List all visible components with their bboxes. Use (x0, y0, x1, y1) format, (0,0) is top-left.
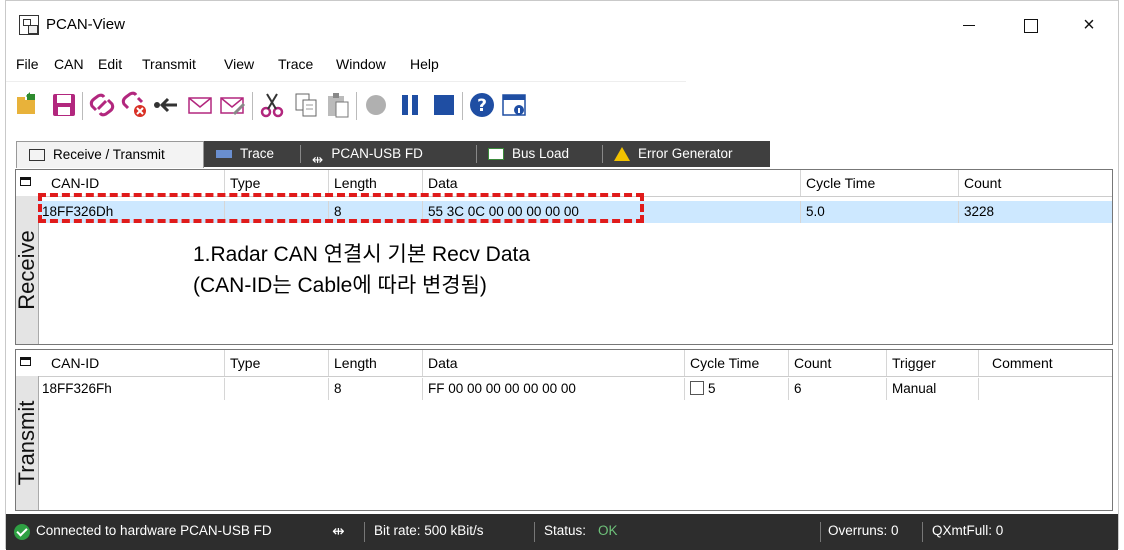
cell-length: 8 (334, 381, 342, 396)
col-count[interactable]: Count (794, 355, 831, 371)
col-type[interactable]: Type (230, 355, 260, 371)
cut-icon[interactable] (258, 90, 286, 120)
paste-icon[interactable] (324, 90, 352, 120)
menu-help[interactable]: Help (410, 56, 439, 72)
col-data[interactable]: Data (428, 355, 458, 371)
annotation-line-1: 1.Radar CAN 연결시 기본 Recv Data (193, 243, 531, 266)
menu-view[interactable]: View (224, 56, 254, 72)
cell-can-id: 18FF326Fh (42, 381, 112, 396)
annotation-text: 1.Radar CAN 연결시 기본 Recv Data (CAN-ID는 Ca… (193, 239, 530, 301)
info-icon[interactable] (500, 90, 528, 120)
help-icon[interactable]: ? (468, 90, 496, 120)
usb-icon: ⇹ (312, 152, 324, 168)
pause-icon[interactable] (396, 90, 424, 120)
status-label: Status: (544, 523, 587, 538)
status-connection: Connected to hardware PCAN-USB FD (36, 523, 272, 538)
col-count[interactable]: Count (964, 175, 1001, 191)
tab-trace[interactable]: Trace (216, 141, 296, 167)
status-qxmtfull: QXmtFull: 0 (932, 523, 1004, 538)
column-chooser-icon[interactable] (20, 177, 31, 186)
menu-trace[interactable]: Trace (278, 56, 313, 72)
pcan-view-window: PCAN-View × File CAN Edit Transmit View … (5, 0, 1119, 550)
cell-cycle-time: 5.0 (806, 204, 825, 219)
stop-icon[interactable] (430, 90, 458, 120)
title-bar: PCAN-View × (6, 1, 1118, 49)
cell-trigger: Manual (892, 381, 937, 396)
copy-icon[interactable] (292, 90, 320, 120)
tab-pcan-usb-fd[interactable]: ⇹ PCAN-USB FD (312, 141, 472, 167)
transmit-panel: CAN-ID Type Length Data Cycle Time Count… (14, 349, 1113, 511)
menu-transmit[interactable]: Transmit (142, 56, 196, 72)
minimize-button[interactable] (946, 9, 992, 41)
col-length[interactable]: Length (334, 175, 377, 191)
tab-bus-load[interactable]: Bus Load (488, 141, 598, 167)
cell-count: 3228 (964, 204, 995, 219)
col-cycle-time[interactable]: Cycle Time (690, 355, 759, 371)
column-chooser-icon[interactable] (20, 357, 31, 366)
window-title: PCAN-View (46, 16, 125, 33)
maximize-button[interactable] (1008, 9, 1054, 41)
transmit-header: CAN-ID Type Length Data Cycle Time Count… (16, 350, 1112, 377)
cell-data: FF 00 00 00 00 00 00 00 (428, 381, 576, 396)
col-comment[interactable]: Comment (992, 355, 1053, 371)
col-cycle-time[interactable]: Cycle Time (806, 175, 875, 191)
connect-open-icon[interactable] (14, 90, 42, 120)
transmit-side-label: Transmit (14, 376, 39, 510)
receive-transmit-icon (29, 149, 45, 162)
bus-load-icon (488, 148, 504, 161)
trace-icon (216, 150, 232, 159)
col-can-id[interactable]: CAN-ID (51, 175, 99, 191)
transmit-icon[interactable] (152, 90, 180, 120)
usb-icon: ⇹ (332, 523, 345, 540)
col-data[interactable]: Data (428, 175, 458, 191)
receive-side-label: Receive (14, 196, 39, 344)
disconnect-icon[interactable] (120, 90, 148, 120)
tab-receive-transmit[interactable]: Receive / Transmit (16, 141, 204, 168)
record-icon[interactable] (362, 90, 390, 120)
col-can-id[interactable]: CAN-ID (51, 355, 99, 371)
annotation-line-2: (CAN-ID는 Cable에 따라 변경됨) (193, 274, 487, 297)
message-edit-icon[interactable] (218, 90, 246, 120)
col-trigger[interactable]: Trigger (892, 355, 936, 371)
table-row[interactable]: 18FF326Fh 8 FF 00 00 00 00 00 00 00 5 6 … (38, 378, 1112, 400)
menu-can[interactable]: CAN (54, 56, 84, 72)
menu-window[interactable]: Window (336, 56, 386, 72)
tab-strip: Receive / Transmit Trace ⇹ PCAN-USB FD Bu… (16, 141, 770, 168)
status-bitrate: Bit rate: 500 kBit/s (374, 523, 484, 538)
annotation-highlight-box (38, 193, 644, 223)
cycle-time-checkbox[interactable] (690, 381, 704, 395)
minimize-icon (963, 25, 975, 27)
status-value: OK (598, 523, 618, 538)
status-bar: Connected to hardware PCAN-USB FD ⇹ Bit … (6, 514, 1118, 550)
svg-text:?: ? (477, 96, 487, 116)
save-icon[interactable] (50, 90, 78, 120)
toolbar: ? (6, 81, 686, 128)
col-length[interactable]: Length (334, 355, 377, 371)
cell-count: 6 (794, 381, 802, 396)
menu-file[interactable]: File (16, 56, 39, 72)
message-new-icon[interactable] (186, 90, 214, 120)
status-overruns: Overruns: 0 (828, 523, 899, 538)
app-icon (19, 15, 39, 35)
menu-bar: File CAN Edit Transmit View Trace Window… (6, 49, 1118, 81)
warning-icon (614, 147, 630, 162)
close-button[interactable]: × (1066, 9, 1112, 41)
tab-bar: Receive / Transmit Trace ⇹ PCAN-USB FD Bu… (6, 131, 1118, 169)
tab-error-generator[interactable]: Error Generator (614, 141, 764, 167)
col-type[interactable]: Type (230, 175, 260, 191)
connected-ok-icon (14, 524, 30, 540)
maximize-icon (1024, 18, 1038, 33)
cell-cycle-time: 5 (690, 381, 716, 396)
menu-edit[interactable]: Edit (98, 56, 122, 72)
connect-icon[interactable] (88, 90, 116, 120)
